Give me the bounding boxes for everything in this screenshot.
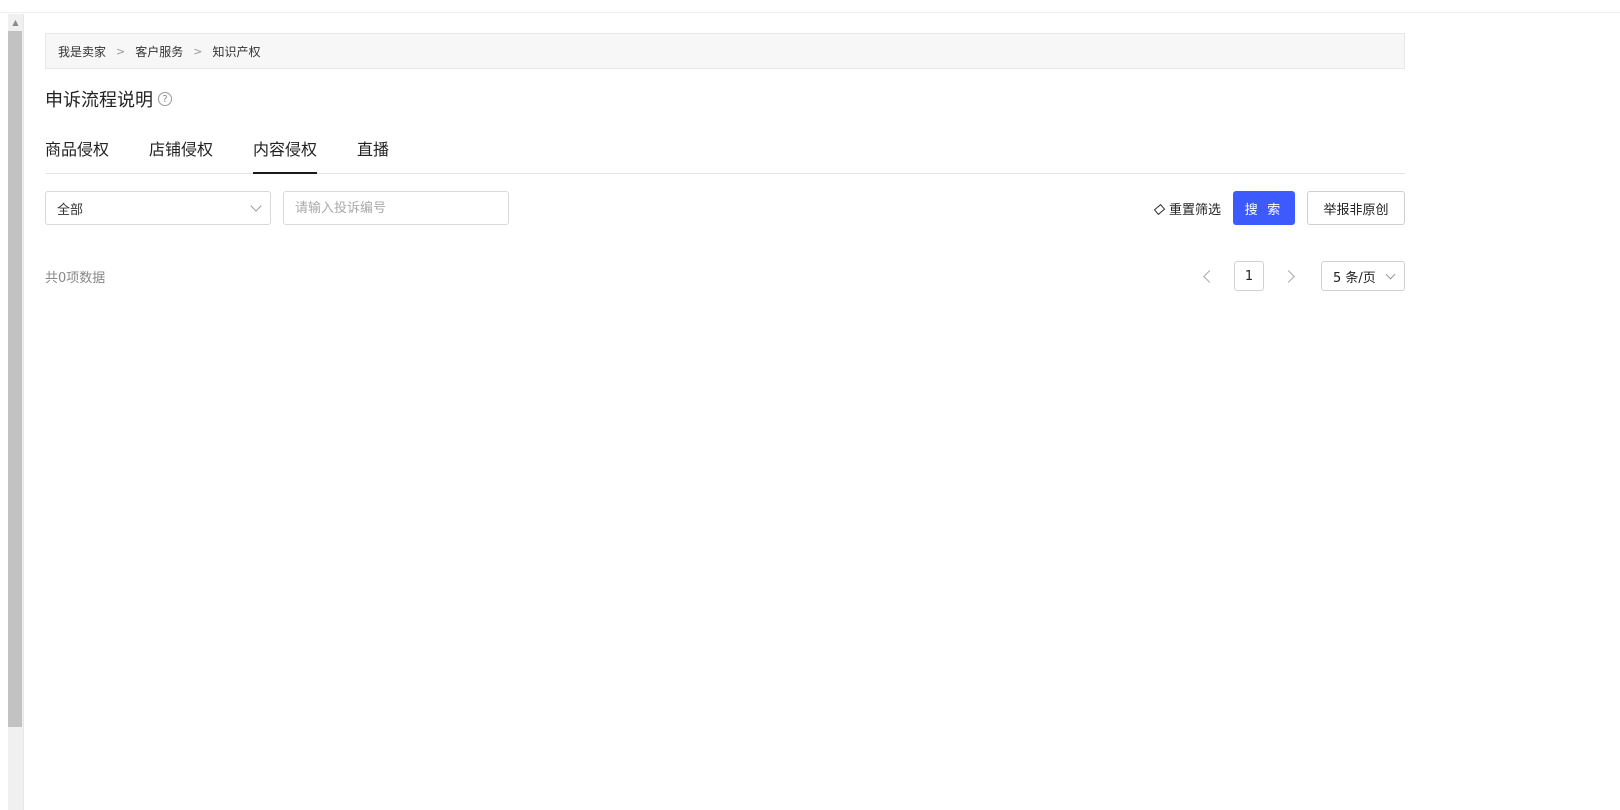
breadcrumb-item-seller[interactable]: 我是卖家	[58, 43, 106, 60]
status-select[interactable]: 全部	[45, 191, 271, 225]
tab-bar: 商品侵权 店铺侵权 内容侵权 直播	[45, 135, 1405, 174]
page-size-select[interactable]: 5 条/页	[1321, 261, 1405, 291]
main-content: 我是卖家 > 客户服务 > 知识产权 申诉流程说明 ? 商品侵权 店铺侵权 内容…	[45, 33, 1405, 292]
filter-bar: 全部 重置筛选 搜 索 举报非原创	[45, 190, 1405, 226]
search-button[interactable]: 搜 索	[1233, 191, 1295, 225]
tab-product-infringement[interactable]: 商品侵权	[45, 135, 109, 173]
pagination-row: 共0项数据 1 5 条/页	[45, 260, 1405, 292]
question-circle-icon[interactable]: ?	[158, 92, 172, 106]
content-left-border	[23, 14, 24, 810]
scroll-thumb[interactable]	[8, 31, 22, 727]
report-non-original-button[interactable]: 举报非原创	[1307, 191, 1405, 225]
chevron-left-icon[interactable]	[1203, 269, 1216, 283]
breadcrumb: 我是卖家 > 客户服务 > 知识产权	[45, 33, 1405, 69]
reset-filters-button[interactable]: 重置筛选	[1153, 199, 1221, 218]
reset-filters-label: 重置筛选	[1168, 202, 1221, 218]
complaint-id-input[interactable]	[283, 191, 509, 225]
chevron-down-icon	[250, 200, 262, 212]
page-title[interactable]: 申诉流程说明	[45, 86, 153, 112]
chevron-down-icon	[1385, 269, 1396, 279]
tab-live[interactable]: 直播	[357, 135, 389, 173]
tab-content-infringement[interactable]: 内容侵权	[253, 135, 318, 174]
vertical-scrollbar[interactable]: ▲	[8, 14, 23, 810]
breadcrumb-separator: >	[116, 44, 126, 58]
top-divider	[0, 12, 1620, 13]
total-count: 共0项数据	[45, 270, 106, 286]
page-title-row: 申诉流程说明 ?	[45, 85, 1405, 113]
chevron-right-icon[interactable]	[1282, 269, 1295, 283]
breadcrumb-item-customer-service[interactable]: 客户服务	[135, 43, 183, 60]
status-select-value: 全部	[57, 202, 84, 218]
breadcrumb-item-ip: 知识产权	[212, 44, 261, 59]
eraser-icon	[1153, 203, 1166, 216]
breadcrumb-separator: >	[193, 44, 203, 58]
tab-store-infringement[interactable]: 店铺侵权	[149, 135, 213, 173]
page-size-value: 5 条/页	[1333, 270, 1376, 286]
page-number-button[interactable]: 1	[1234, 261, 1264, 291]
scroll-up-arrow-icon[interactable]: ▲	[8, 14, 23, 30]
